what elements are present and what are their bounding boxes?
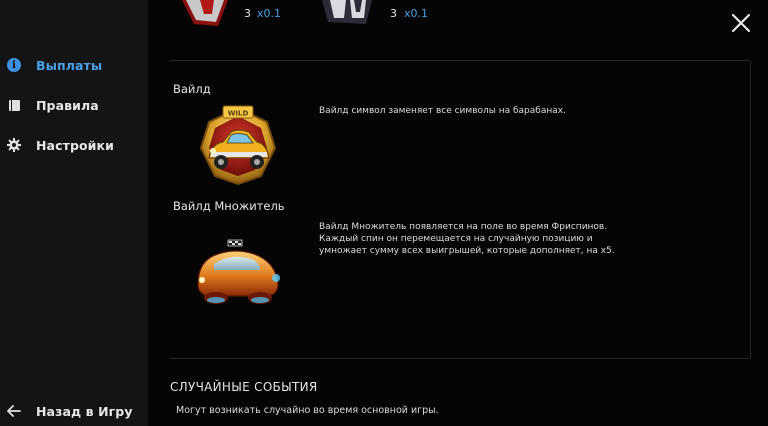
sidebar-item-label: Выплаты — [36, 57, 103, 73]
payout-count: 3 — [390, 7, 397, 20]
payout-multiplier: x0.1 — [404, 7, 429, 20]
divider — [170, 358, 750, 359]
wild-symbol-image: WILD — [199, 105, 277, 186]
paytable-top-row: 3 x0.1 3 x0.1 — [148, 0, 768, 30]
sidebar-item-label: Настройки — [36, 137, 114, 153]
payout-count: 3 — [244, 7, 251, 20]
info-icon: i — [7, 58, 21, 72]
symbol-thumbnail — [182, 0, 228, 26]
wild-multiplier-description: Вайлд Множитель появляется на поле во вр… — [319, 221, 639, 257]
wild-multiplier-symbol-image — [197, 239, 280, 304]
close-button[interactable] — [726, 8, 756, 38]
description-line: Каждый спин он перемещается на случайную… — [319, 234, 593, 244]
arrow-left-icon — [7, 404, 21, 418]
back-to-game-button[interactable]: Назад в Игру — [0, 394, 148, 426]
back-label: Назад в Игру — [36, 403, 133, 419]
svg-text:WILD: WILD — [228, 110, 249, 118]
sidebar-item-payouts[interactable]: i Выплаты — [0, 48, 148, 82]
paytable-panel: 3 x0.1 3 x0.1 Вайлд WILD Вайлд символ за… — [148, 0, 768, 426]
divider — [170, 60, 750, 61]
close-icon — [731, 13, 751, 33]
payout-multiplier: x0.1 — [257, 7, 282, 20]
scrollbar[interactable] — [750, 62, 751, 358]
wild-description: Вайлд символ заменяет все символы на бар… — [319, 106, 566, 116]
random-events-description: Могут возникать случайно во время основн… — [176, 405, 439, 416]
random-events-title: СЛУЧАЙНЫЕ СОБЫТИЯ — [170, 380, 318, 394]
sidebar-item-label: Правила — [36, 97, 99, 113]
wild-title: Вайлд — [173, 82, 211, 96]
book-icon — [7, 98, 21, 112]
sidebar: i Выплаты Правила Настройки Назад в Игру — [0, 0, 148, 426]
sidebar-item-rules[interactable]: Правила — [0, 88, 148, 122]
symbol-thumbnail — [322, 0, 372, 24]
description-line: Вайлд Множитель появляется на поле во вр… — [319, 222, 608, 232]
gear-icon — [7, 138, 21, 152]
sidebar-item-settings[interactable]: Настройки — [0, 128, 148, 162]
description-line: умножает сумму всех выигрышей, которые д… — [319, 246, 615, 256]
wild-multiplier-title: Вайлд Множитель — [173, 199, 285, 213]
